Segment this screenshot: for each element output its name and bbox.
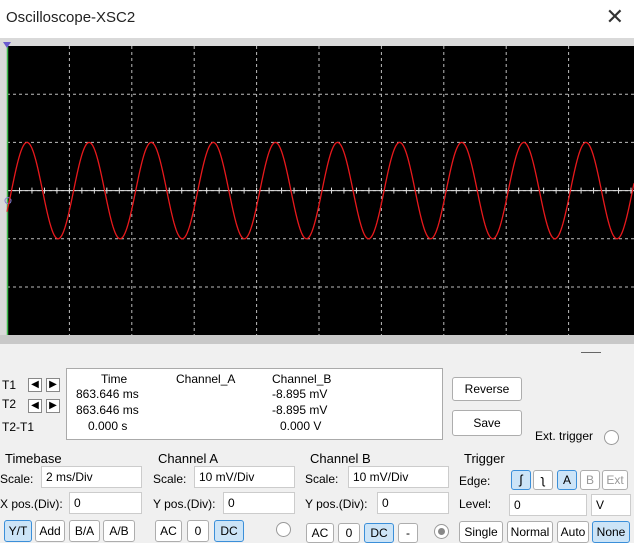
edge-rising-icon[interactable]: ʃ — [511, 470, 531, 490]
resize-grip[interactable] — [581, 352, 601, 353]
channel-a-ypos-label: Y pos.(Div): — [153, 497, 216, 511]
scope-bottom-border — [0, 335, 634, 344]
diff-time: 0.000 s — [88, 419, 128, 433]
trigger-level-label: Level: — [459, 497, 492, 511]
cursor-controls: T1 ◀ ▶ T2 ◀ ▶ T2-T1 — [0, 368, 64, 440]
timebase-xpos-field[interactable]: 0 — [69, 492, 142, 514]
t2-left-arrow-icon[interactable]: ◀ — [28, 399, 42, 413]
reverse-button[interactable]: Reverse — [452, 377, 522, 401]
trigger-edge-label: Edge: — [459, 474, 491, 488]
channel-a-terminal[interactable] — [276, 522, 291, 537]
measurement-readout: Time Channel_A Channel_B 863.646 ms -8.8… — [66, 368, 443, 440]
ext-trigger-terminal[interactable] — [604, 430, 619, 445]
save-button[interactable]: Save — [452, 410, 522, 436]
trigger-single-button[interactable]: Single — [459, 521, 503, 543]
mode-ba-button[interactable]: B/A — [69, 520, 100, 542]
header-channel-b: Channel_B — [272, 372, 332, 386]
oscilloscope-screen — [0, 38, 634, 344]
channel-a-scale-label: Scale: — [153, 472, 187, 486]
trigger-title: Trigger — [464, 451, 505, 466]
channel-b-ypos-field[interactable]: 0 — [377, 492, 449, 514]
channel-b-minus-button[interactable]: - — [398, 523, 418, 543]
mode-yt-button[interactable]: Y/T — [4, 520, 32, 542]
channel-a-ac-button[interactable]: AC — [155, 520, 182, 542]
trigger-level-unit[interactable]: V — [591, 494, 631, 516]
channel-a-ypos-field[interactable]: 0 — [223, 492, 295, 514]
channel-b-dc-button[interactable]: DC — [364, 523, 394, 543]
timebase-xpos-label: X pos.(Div): — [0, 497, 63, 511]
trigger-auto-button[interactable]: Auto — [557, 521, 589, 543]
ext-trigger-label: Ext. trigger — [535, 429, 594, 443]
header-channel-a: Channel_A — [176, 372, 236, 386]
close-icon[interactable]: ✕ — [606, 5, 624, 29]
edge-falling-icon[interactable]: ʅ — [533, 470, 553, 490]
channel-b-ypos-label: Y pos.(Div): — [305, 497, 368, 511]
timebase-title: Timebase — [5, 451, 62, 466]
timebase-scale-label: Scale: — [0, 472, 34, 486]
trigger-none-button[interactable]: None — [592, 521, 630, 543]
t1-time: 863.646 ms — [76, 387, 139, 401]
cursor-t2-label: T2 — [2, 397, 17, 411]
t2-right-arrow-icon[interactable]: ▶ — [46, 399, 60, 413]
mode-ab-button[interactable]: A/B — [103, 520, 135, 542]
trigger-source-ext-button[interactable]: Ext — [602, 470, 628, 490]
trigger-level-field[interactable]: 0 — [509, 494, 587, 516]
cursor-diff-label: T2-T1 — [2, 420, 35, 434]
timebase-scale-field[interactable]: 2 ms/Div — [41, 466, 142, 488]
t1-left-arrow-icon[interactable]: ◀ — [28, 378, 42, 392]
trigger-source-a-button[interactable]: A — [557, 470, 577, 490]
channel-a-dc-button[interactable]: DC — [214, 520, 244, 542]
channel-a-title: Channel A — [158, 451, 218, 466]
channel-b-zero-button[interactable]: 0 — [338, 523, 360, 543]
trigger-source-b-button[interactable]: B — [580, 470, 600, 490]
trigger-normal-button[interactable]: Normal — [507, 521, 553, 543]
header-time: Time — [101, 372, 128, 386]
channel-b-ac-button[interactable]: AC — [306, 523, 334, 543]
t1-right-arrow-icon[interactable]: ▶ — [46, 378, 60, 392]
cursor-t1-label: T1 — [2, 378, 17, 392]
channel-b-scale-field[interactable]: 10 mV/Div — [348, 466, 449, 488]
window-title: Oscilloscope-XSC2 — [6, 9, 136, 26]
t2-channel-b: -8.895 mV — [272, 403, 328, 417]
mode-add-button[interactable]: Add — [35, 520, 65, 542]
scope-display — [0, 42, 634, 344]
diff-channel-b: 0.000 V — [280, 419, 322, 433]
channel-b-title: Channel B — [310, 451, 371, 466]
channel-a-zero-button[interactable]: 0 — [187, 520, 209, 542]
channel-b-scale-label: Scale: — [305, 472, 339, 486]
channel-b-terminal[interactable] — [434, 524, 449, 539]
t1-channel-b: -8.895 mV — [272, 387, 328, 401]
channel-a-scale-field[interactable]: 10 mV/Div — [194, 466, 295, 488]
t2-time: 863.646 ms — [76, 403, 139, 417]
title-bar: Oscilloscope-XSC2 ✕ — [0, 0, 634, 38]
